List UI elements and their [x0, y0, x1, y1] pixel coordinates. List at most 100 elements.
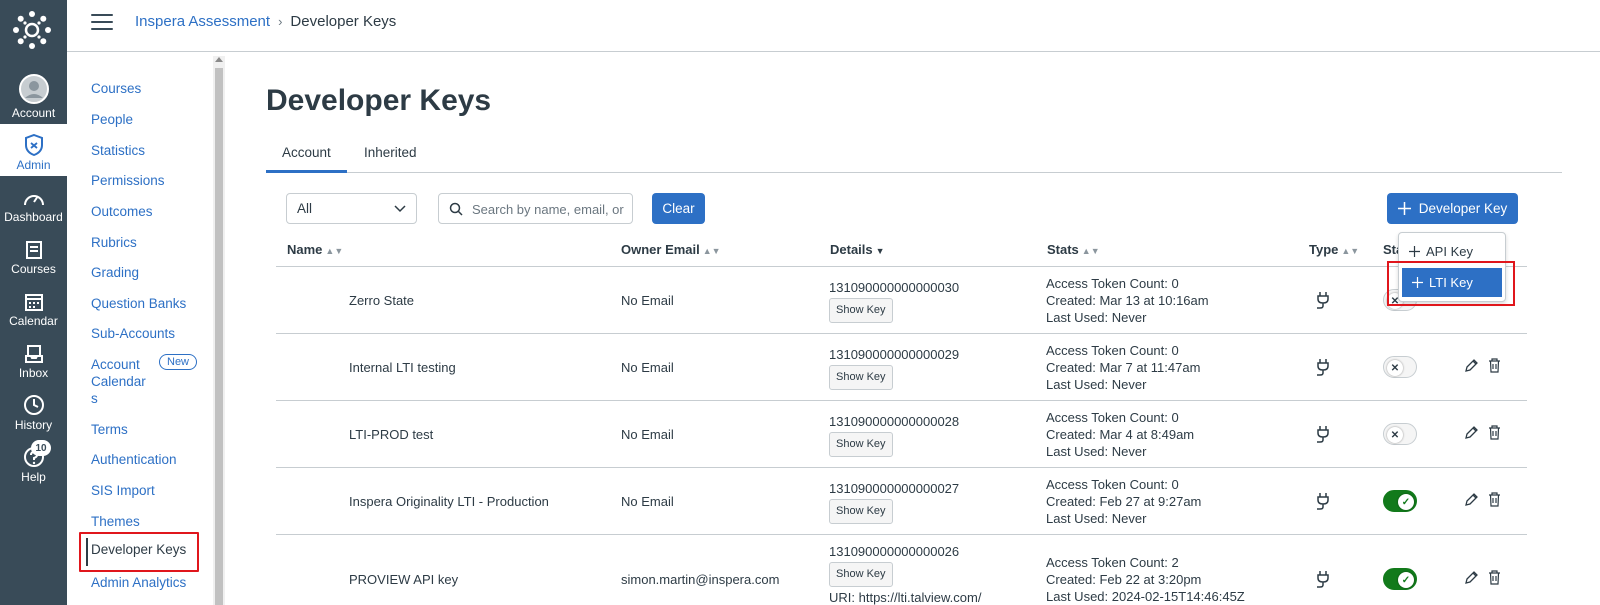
- search-field[interactable]: [438, 193, 633, 224]
- key-stats: Access Token Count: 0 Created: Mar 7 at …: [1046, 342, 1200, 393]
- stat-created: Created: Mar 13 at 10:16am: [1046, 293, 1209, 308]
- subnav-courses[interactable]: Courses: [91, 80, 141, 97]
- admin-subnav: Courses People Statistics Permissions Ou…: [67, 52, 225, 605]
- col-header-owner[interactable]: Owner Email ▲▼: [621, 242, 721, 257]
- key-state-toggle[interactable]: ✓: [1383, 490, 1417, 512]
- tab-bar: Account Inherited: [266, 142, 1562, 173]
- col-header-details[interactable]: Details ▼: [830, 242, 885, 257]
- subnav-outcomes[interactable]: Outcomes: [91, 203, 153, 220]
- nav-admin[interactable]: Admin: [0, 124, 67, 176]
- tab-account[interactable]: Account: [282, 145, 331, 160]
- trash-icon[interactable]: [1488, 425, 1501, 440]
- nav-label: Courses: [11, 262, 56, 276]
- key-owner: No Email: [621, 427, 674, 442]
- scroll-up-arrow-icon[interactable]: [215, 57, 223, 62]
- search-icon: [449, 202, 463, 216]
- key-id: 131090000000000030: [829, 280, 960, 295]
- key-stats: Access Token Count: 0 Created: Mar 13 at…: [1046, 275, 1209, 326]
- subnav-admin-analytics[interactable]: Admin Analytics: [91, 574, 186, 591]
- subnav-authentication[interactable]: Authentication: [91, 451, 177, 468]
- nav-help[interactable]: Help 10: [0, 436, 67, 488]
- hamburger-menu-icon[interactable]: [91, 14, 113, 32]
- col-header-label: Stats: [1047, 242, 1079, 257]
- help-badge: 10: [31, 440, 51, 456]
- subnav-account-calendars-line1[interactable]: Account: [91, 356, 140, 373]
- key-uri: URI: https://lti.talview.com/: [829, 590, 982, 605]
- show-key-button[interactable]: Show Key: [829, 432, 893, 457]
- breadcrumb-root[interactable]: Inspera Assessment: [135, 13, 270, 30]
- nav-inbox[interactable]: Inbox: [0, 332, 67, 384]
- stat-created: Created: Feb 27 at 9:27am: [1046, 494, 1202, 509]
- subnav-sis-import[interactable]: SIS Import: [91, 482, 155, 499]
- pencil-edit-icon[interactable]: [1464, 492, 1478, 507]
- clear-button[interactable]: Clear: [652, 193, 705, 224]
- nav-history[interactable]: History: [0, 384, 67, 436]
- toggle-on-check-icon: ✓: [1398, 572, 1414, 588]
- chevron-down-icon: [394, 205, 406, 213]
- key-details: 131090000000000030 Show Key: [829, 279, 959, 323]
- subnav-scrollbar-thumb[interactable]: [215, 68, 223, 605]
- subnav-terms[interactable]: Terms: [91, 421, 128, 438]
- lti-plug-icon: [1317, 359, 1329, 376]
- col-header-name[interactable]: Name ▲▼: [287, 242, 343, 257]
- subnav-permissions[interactable]: Permissions: [91, 172, 165, 189]
- avatar-icon: [18, 74, 49, 104]
- subnav-statistics[interactable]: Statistics: [91, 142, 145, 159]
- add-developer-key-button[interactable]: Developer Key: [1387, 193, 1518, 224]
- key-owner: simon.martin@inspera.com: [621, 572, 780, 587]
- key-details: 131090000000000029 Show Key: [829, 346, 959, 390]
- canvas-logo-icon[interactable]: [12, 10, 52, 50]
- pencil-edit-icon[interactable]: [1464, 425, 1478, 440]
- show-key-button[interactable]: Show Key: [829, 365, 893, 390]
- subnav-themes[interactable]: Themes: [91, 513, 140, 530]
- stat-token-count: Access Token Count: 0: [1046, 477, 1179, 492]
- subnav-question-banks[interactable]: Question Banks: [91, 295, 186, 312]
- key-state-toggle[interactable]: ✕: [1383, 423, 1417, 445]
- toggle-off-x-icon: ✕: [1387, 360, 1403, 376]
- search-input[interactable]: [472, 200, 627, 218]
- key-name: Inspera Originality LTI - Production: [349, 494, 549, 509]
- stat-created: Created: Feb 22 at 3:20pm: [1046, 572, 1202, 587]
- nav-courses[interactable]: Courses: [0, 228, 67, 280]
- stat-created: Created: Mar 7 at 11:47am: [1046, 360, 1201, 375]
- dashboard-icon: [23, 195, 44, 206]
- stat-token-count: Access Token Count: 0: [1046, 276, 1179, 291]
- nav-dashboard[interactable]: Dashboard: [0, 176, 67, 228]
- trash-icon[interactable]: [1488, 492, 1501, 507]
- key-owner: No Email: [621, 494, 674, 509]
- breadcrumb-current: Developer Keys: [290, 13, 397, 30]
- tab-inherited[interactable]: Inherited: [364, 145, 417, 160]
- show-key-button[interactable]: Show Key: [829, 562, 893, 587]
- subnav-rubrics[interactable]: Rubrics: [91, 234, 137, 251]
- menu-item-label: API Key: [1426, 243, 1473, 259]
- pencil-edit-icon[interactable]: [1464, 570, 1478, 585]
- key-state-toggle[interactable]: ✕: [1383, 356, 1417, 378]
- subnav-people[interactable]: People: [91, 111, 133, 128]
- show-key-button[interactable]: Show Key: [829, 499, 893, 524]
- nav-label: History: [14, 418, 53, 432]
- sort-icon: ▲▼: [1081, 246, 1100, 256]
- key-name: Internal LTI testing: [349, 360, 456, 375]
- col-header-type[interactable]: Type ▲▼: [1309, 242, 1359, 257]
- key-state-toggle[interactable]: ✓: [1383, 568, 1417, 590]
- key-name: LTI-PROD test: [349, 427, 434, 442]
- nav-calendar[interactable]: Calendar: [0, 280, 67, 332]
- subnav-grading[interactable]: Grading: [91, 264, 139, 281]
- nav-label: Help: [21, 470, 46, 484]
- lti-plug-icon: [1317, 292, 1329, 309]
- trash-icon[interactable]: [1488, 358, 1501, 373]
- col-header-stats[interactable]: Stats ▲▼: [1047, 242, 1100, 257]
- trash-icon[interactable]: [1488, 570, 1501, 585]
- filter-select[interactable]: All: [286, 193, 417, 224]
- subnav-account-calendars-line3[interactable]: s: [91, 390, 98, 407]
- sort-icon: ▲▼: [702, 246, 721, 256]
- subnav-account-calendars-line2[interactable]: Calendar: [91, 373, 146, 390]
- nav-label: Calendar: [9, 314, 58, 328]
- subnav-developer-keys[interactable]: Developer Keys: [91, 542, 186, 557]
- subnav-sub-accounts[interactable]: Sub-Accounts: [91, 325, 175, 342]
- show-key-button[interactable]: Show Key: [829, 298, 893, 323]
- nav-account[interactable]: Account: [0, 64, 67, 124]
- key-stats: Access Token Count: 0 Created: Mar 4 at …: [1046, 409, 1194, 460]
- pencil-edit-icon[interactable]: [1464, 358, 1478, 373]
- plus-icon: [1397, 202, 1411, 215]
